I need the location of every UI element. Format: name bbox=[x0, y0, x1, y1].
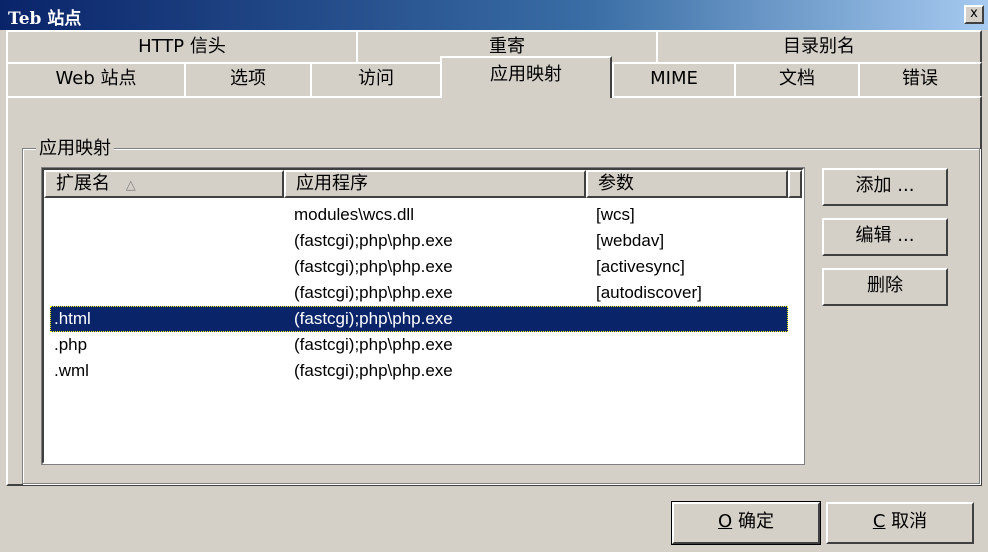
close-button[interactable]: x bbox=[964, 5, 984, 24]
delete-button[interactable]: 删除 bbox=[822, 268, 948, 306]
tab-options[interactable]: 选项 bbox=[184, 62, 312, 96]
column-header-extension[interactable]: 扩展名 △ bbox=[44, 170, 284, 198]
ok-button-label: 确定 bbox=[732, 511, 774, 532]
tab-documents[interactable]: 文档 bbox=[734, 62, 860, 96]
tab-label: 应用映射 bbox=[490, 64, 562, 85]
list-item[interactable]: (fastcgi);php\php.exe [webdav] bbox=[50, 228, 788, 254]
sort-ascending-icon: △ bbox=[125, 178, 136, 193]
tab-virtual-directories[interactable]: 目录别名 bbox=[656, 30, 982, 64]
list-item[interactable]: (fastcgi);php\php.exe [activesync] bbox=[50, 254, 788, 280]
app-cell: (fastcgi);php\php.exe bbox=[294, 257, 453, 276]
app-cell: (fastcgi);php\php.exe bbox=[294, 231, 453, 250]
title-bar[interactable]: Teb 站点 x bbox=[0, 0, 988, 30]
tab-http-headers[interactable]: HTTP 信头 bbox=[6, 30, 358, 64]
tab-label: 错误 bbox=[902, 68, 938, 89]
app-cell: (fastcgi);php\php.exe bbox=[294, 283, 453, 302]
tab-access[interactable]: 访问 bbox=[310, 62, 442, 96]
close-icon: x bbox=[970, 6, 978, 21]
ext-cell: .html bbox=[54, 309, 91, 328]
param-cell: [autodiscover] bbox=[596, 283, 702, 302]
list-item[interactable]: (fastcgi);php\php.exe [autodiscover] bbox=[50, 280, 788, 306]
param-cell: [activesync] bbox=[596, 257, 685, 276]
add-button[interactable]: 添加 ... bbox=[822, 168, 948, 206]
tab-app-mapping[interactable]: 应用映射 bbox=[440, 56, 612, 98]
list-item[interactable]: modules\wcs.dll [wcs] bbox=[50, 202, 788, 228]
app-cell: modules\wcs.dll bbox=[294, 205, 414, 224]
tab-errors[interactable]: 错误 bbox=[858, 62, 982, 96]
tab-label: 重寄 bbox=[489, 36, 525, 57]
tab-web-site[interactable]: Web 站点 bbox=[6, 62, 186, 96]
app-cell: (fastcgi);php\php.exe bbox=[294, 309, 453, 328]
column-label: 参数 bbox=[598, 173, 634, 194]
tab-label: 选项 bbox=[230, 68, 266, 89]
column-header-filler bbox=[788, 170, 802, 198]
column-label: 扩展名 bbox=[56, 173, 110, 194]
edit-button[interactable]: 编辑 ... bbox=[822, 218, 948, 256]
tab-label: 访问 bbox=[358, 68, 394, 89]
ext-cell: .php bbox=[54, 335, 88, 354]
param-cell: [wcs] bbox=[596, 205, 635, 224]
tab-label: MIME bbox=[650, 68, 698, 89]
list-item[interactable]: .wml (fastcgi);php\php.exe bbox=[50, 358, 788, 384]
ext-cell: .wml bbox=[54, 361, 89, 380]
tab-label: 文档 bbox=[779, 68, 815, 89]
column-label: 应用程序 bbox=[296, 173, 368, 194]
tab-mime[interactable]: MIME bbox=[612, 62, 736, 96]
cancel-button[interactable]: C 取消 bbox=[826, 502, 974, 544]
ok-button[interactable]: O 确定 bbox=[671, 501, 821, 545]
group-title: 应用映射 bbox=[36, 134, 114, 160]
list-item[interactable]: .php (fastcgi);php\php.exe bbox=[50, 332, 788, 358]
tab-label: 目录别名 bbox=[783, 36, 855, 57]
edit-button-label: 编辑 ... bbox=[855, 225, 915, 246]
param-cell: [webdav] bbox=[596, 231, 665, 250]
tab-label: Web 站点 bbox=[55, 68, 137, 89]
mapping-list[interactable]: 扩展名 △ 应用程序 参数 modules\wcs.dll [wcs] (fas… bbox=[41, 167, 805, 465]
delete-button-label: 删除 bbox=[867, 275, 903, 296]
column-header-parameters[interactable]: 参数 bbox=[586, 170, 788, 198]
column-header-application[interactable]: 应用程序 bbox=[284, 170, 586, 198]
app-cell: (fastcgi);php\php.exe bbox=[294, 335, 453, 354]
cancel-button-label: 取消 bbox=[885, 511, 928, 532]
tab-label: HTTP 信头 bbox=[138, 36, 226, 57]
add-button-label: 添加 ... bbox=[855, 175, 915, 196]
app-cell: (fastcgi);php\php.exe bbox=[294, 361, 453, 380]
ok-mnemonic: O bbox=[718, 511, 733, 532]
list-item-selected[interactable]: .html (fastcgi);php\php.exe bbox=[50, 306, 788, 332]
window-title: Teb 站点 bbox=[8, 9, 82, 29]
cancel-mnemonic: C bbox=[872, 511, 886, 532]
